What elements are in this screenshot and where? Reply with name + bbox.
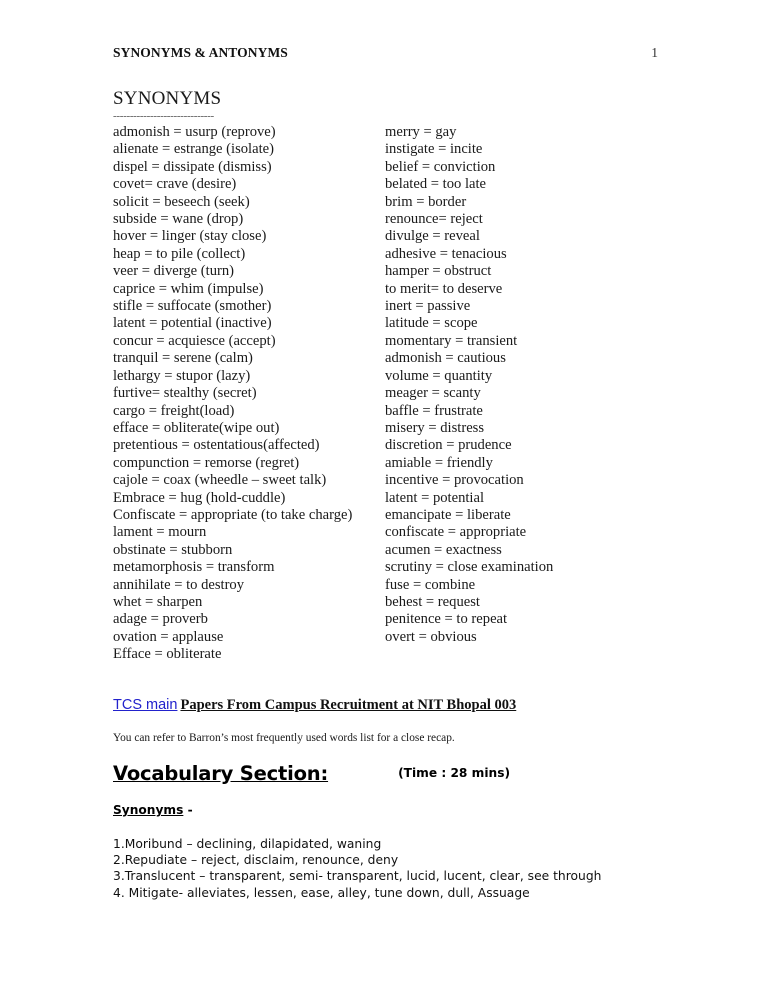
synonym-entry: overt = obvious [385, 628, 477, 645]
synonym-entry: caprice = whim (impulse) [113, 280, 264, 297]
synonym-entry: subside = wane (drop) [113, 211, 244, 228]
synonym-entry: inert = passive [385, 298, 471, 315]
synonym-entry: to merit= to deserve [385, 280, 503, 297]
section-heading-synonyms: SYNONYMS [113, 88, 222, 109]
synonym-entry: solicit = beseech (seek) [113, 193, 250, 210]
synonym-entry: ovation = applause [113, 628, 224, 645]
tcs-main-link[interactable]: TCS main [113, 697, 177, 713]
vocabulary-list-item: 3.Translucent – transparent, semi- trans… [113, 869, 602, 884]
synonyms-right-column: merry = gay instigate = incite belief = co… [385, 124, 685, 646]
synonym-entry: metamorphosis = transform [113, 559, 275, 576]
synonym-entry: belated = too late [385, 176, 487, 193]
synonym-entry: behest = request [385, 593, 480, 610]
synonym-entry: instigate = incite [385, 141, 483, 158]
synonym-entry: adage = proverb [113, 611, 208, 628]
synonym-entry: furtive= stealthy (secret) [113, 385, 257, 402]
document-page: SYNONYMS & ANTONYMS 1 SYNONYMS ---------… [0, 0, 768, 994]
synonym-entry: lethargy = stupor (lazy) [113, 367, 251, 384]
synonym-entry: covet= crave (desire) [113, 176, 237, 193]
vocabulary-numbered-list: 1.Moribund – declining, dilapidated, wan… [113, 836, 673, 901]
vocabulary-list-item: 4. Mitigate- alleviates, lessen, ease, a… [113, 885, 530, 900]
synonym-entry: merry = gay [385, 124, 457, 140]
vocabulary-time-limit: (Time : 28 mins) [398, 766, 511, 780]
synonym-entry: dispel = dissipate (dismiss) [113, 158, 272, 175]
tcs-papers-heading: TCS main Papers From Campus Recruitment a… [113, 696, 516, 714]
synonym-entry: Confiscate = appropriate (to take charge… [113, 506, 353, 523]
dashed-divider: ------------------------------ [113, 110, 214, 122]
barrons-note: You can refer to Barron’s most frequentl… [113, 732, 455, 744]
synonym-entry: obstinate = stubborn [113, 541, 233, 558]
synonym-entry: efface = obliterate(wipe out) [113, 419, 280, 436]
synonym-entry: acumen = exactness [385, 541, 502, 558]
synonym-entry: meager = scanty [385, 385, 481, 402]
synonym-entry: fuse = combine [385, 576, 476, 593]
synonym-entry: adhesive = tenacious [385, 245, 507, 262]
synonyms-left-column: admonish = usurp (reprove) alienate = est… [113, 124, 388, 664]
synonym-entry: penitence = to repeat [385, 611, 508, 628]
synonym-entry: Embrace = hug (hold-cuddle) [113, 489, 286, 506]
synonym-entry: tranquil = serene (calm) [113, 350, 253, 367]
synonym-entry: belief = conviction [385, 158, 496, 175]
synonym-entry: amiable = friendly [385, 454, 493, 471]
synonym-entry: hover = linger (stay close) [113, 228, 267, 245]
page-number: 1 [651, 45, 658, 60]
synonym-entry: admonish = usurp (reprove) [113, 124, 276, 140]
synonym-entry: admonish = cautious [385, 350, 506, 367]
synonym-entry: annihilate = to destroy [113, 576, 245, 593]
synonym-entry: hamper = obstruct [385, 263, 492, 280]
synonym-entry: concur = acquiesce (accept) [113, 332, 276, 349]
synonym-entry: pretentious = ostentatious(affected) [113, 437, 320, 454]
synonym-entry: momentary = transient [385, 332, 518, 349]
tcs-heading-rest: Papers From Campus Recruitment at NIT Bh… [180, 697, 517, 713]
synonyms-sub-label: Synonyms - [113, 803, 193, 817]
synonym-entry: divulge = reveal [385, 228, 480, 245]
vocabulary-list-item: 2.Repudiate – reject, disclaim, renounce… [113, 853, 399, 868]
synonym-entry: Efface = obliterate [113, 646, 222, 663]
synonym-entry: incentive = provocation [385, 472, 524, 489]
synonym-entry: veer = diverge (turn) [113, 263, 235, 280]
synonym-entry: baffle = frustrate [385, 402, 483, 419]
synonym-entry: latitude = scope [385, 315, 478, 332]
synonym-entry: misery = distress [385, 419, 485, 436]
vocabulary-section-heading: Vocabulary Section: (Time : 28 mins) [113, 762, 658, 785]
synonym-entry: emancipate = liberate [385, 506, 511, 523]
synonym-entry: volume = quantity [385, 367, 493, 384]
synonym-entry: latent = potential [385, 489, 485, 506]
vocabulary-section-title: Vocabulary Section: [113, 762, 329, 785]
synonym-entry: brim = border [385, 193, 467, 210]
synonym-entry: latent = potential (inactive) [113, 315, 272, 332]
header-title: SYNONYMS & ANTONYMS [113, 45, 288, 60]
synonym-entry: scrutiny = close examination [385, 559, 554, 576]
synonym-entry: cargo = freight(load) [113, 402, 235, 419]
vocabulary-list-item: 1.Moribund – declining, dilapidated, wan… [113, 837, 382, 851]
document-header: SYNONYMS & ANTONYMS 1 [113, 45, 658, 61]
synonym-entry: renounce= reject [385, 211, 483, 228]
synonym-entry: whet = sharpen [113, 593, 203, 610]
synonym-entry: alienate = estrange (isolate) [113, 141, 274, 158]
synonym-entry: stifle = suffocate (smother) [113, 298, 272, 315]
synonym-entry: heap = to pile (collect) [113, 245, 246, 262]
synonyms-sub-label-text: Synonyms [113, 803, 184, 817]
synonym-entry: compunction = remorse (regret) [113, 454, 300, 471]
synonyms-sub-label-dash: - [183, 803, 193, 817]
synonym-entry: discretion = prudence [385, 437, 512, 454]
synonym-entry: lament = mourn [113, 524, 207, 541]
synonym-entry: confiscate = appropriate [385, 524, 527, 541]
synonym-entry: cajole = coax (wheedle – sweet talk) [113, 472, 327, 489]
